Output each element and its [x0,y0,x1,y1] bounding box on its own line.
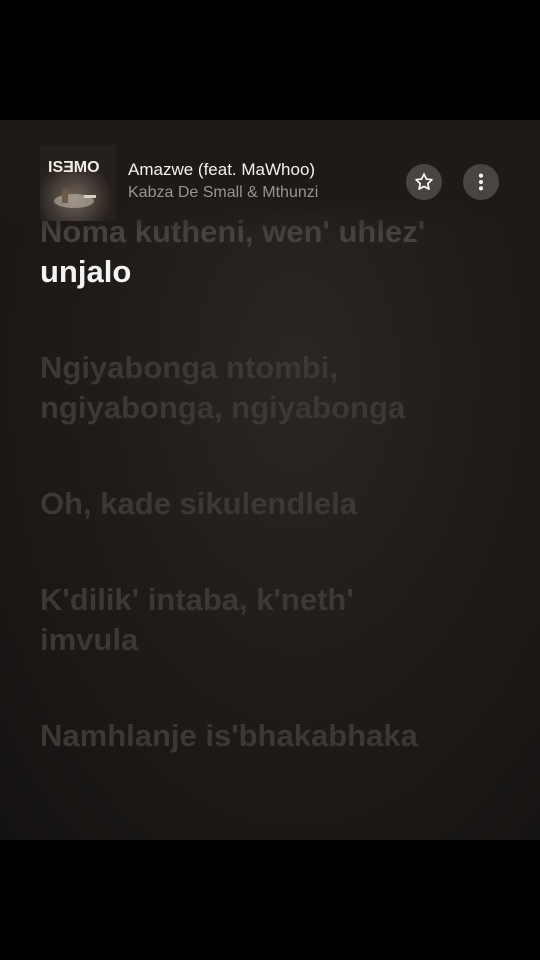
now-playing-header: ISƎMO Amazwe (feat. MaWhoo) Kabza De Sma… [0,120,540,230]
lyric-line[interactable]: Namhlanje is'bhakabhaka [40,716,510,756]
lyric-line[interactable]: Oh, kade sikulendlela [40,484,510,524]
lyric-line[interactable]: ngiyabonga, ngiyabonga [40,388,510,428]
track-title[interactable]: Amazwe (feat. MaWhoo) [128,160,315,180]
lyric-line[interactable]: imvula [40,620,510,660]
track-artist[interactable]: Kabza De Small & Mthunzi [128,184,318,202]
more-options-button[interactable] [463,164,499,200]
lyrics-panel[interactable]: Noma kutheni, wen' uhlez' unjalo Ngiyabo… [0,120,540,840]
album-art-logo: ISƎMO [48,159,100,176]
screen: Noma kutheni, wen' uhlez' unjalo Ngiyabo… [0,0,540,960]
lyric-line-current[interactable]: unjalo [40,252,510,292]
more-vertical-icon [478,173,484,191]
lyrics-list[interactable]: Noma kutheni, wen' uhlez' unjalo Ngiyabo… [40,214,510,756]
favorite-button[interactable] [406,164,442,200]
star-icon [415,173,433,190]
lyric-line[interactable]: K'dilik' intaba, k'neth' [40,580,510,620]
album-art[interactable]: ISƎMO [40,145,116,221]
album-art-image [40,145,116,221]
lyric-line[interactable]: Ngiyabonga ntombi, [40,348,510,388]
